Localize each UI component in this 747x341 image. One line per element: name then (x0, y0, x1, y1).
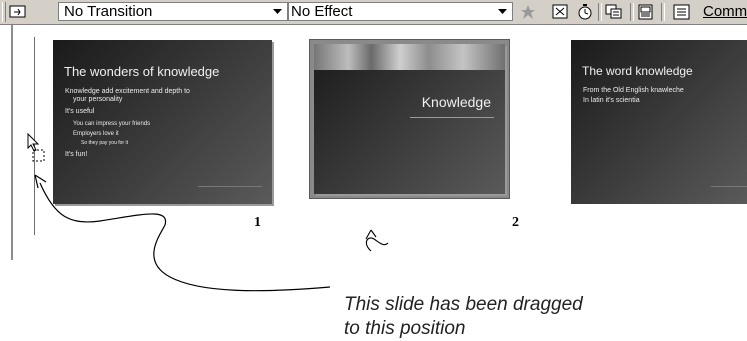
hide-slide-icon (552, 4, 568, 18)
arrow-head-icon (34, 174, 47, 189)
animation-star-icon (521, 4, 535, 19)
toolbar-separator (630, 3, 634, 21)
toolbar-grip[interactable] (2, 2, 6, 22)
caption-line: This slide has been dragged (344, 294, 583, 315)
rehearse-timings-icon (578, 3, 592, 19)
summary-slide-icon (605, 4, 622, 18)
slide-origin-arrow (365, 237, 389, 252)
transition-select[interactable]: No Transition (58, 2, 288, 21)
common-tasks-icon (673, 4, 690, 19)
effect-select-value: No Effect (291, 3, 353, 20)
common-tasks-label: Common (703, 3, 747, 20)
effect-dropdown[interactable] (493, 2, 513, 21)
drag-target-arrow (39, 182, 331, 292)
hide-slide-button[interactable] (550, 2, 570, 21)
caption-line: to this position (344, 318, 466, 339)
transition-select-value: No Transition (64, 3, 153, 20)
effect-select[interactable]: No Effect (288, 2, 513, 21)
slide-sorter-toolbar: No Transition No Effect Comm (0, 0, 747, 25)
toolbar-separator (598, 3, 602, 21)
annotation-arrows (34, 174, 389, 292)
toolbar-separator (661, 3, 665, 21)
rehearse-timings-button[interactable] (575, 2, 595, 21)
summary-slide-button[interactable] (604, 2, 624, 21)
slide-show-icon (9, 5, 26, 17)
speaker-notes-icon (638, 4, 653, 19)
chevron-down-icon (270, 4, 285, 19)
annotation-caption: This slide has been dragged to this posi… (344, 293, 734, 341)
chevron-down-icon (495, 4, 510, 19)
speaker-notes-button[interactable] (636, 2, 656, 21)
common-tasks-button[interactable]: Common (703, 0, 747, 24)
slide-sorter-pane[interactable]: The wonders of knowledge Knowledge add e… (0, 25, 747, 339)
slide-transition-button[interactable] (8, 2, 28, 21)
common-tasks-icon-button[interactable] (672, 2, 692, 21)
transition-dropdown[interactable] (270, 2, 288, 21)
preset-animation-button[interactable] (518, 2, 538, 21)
